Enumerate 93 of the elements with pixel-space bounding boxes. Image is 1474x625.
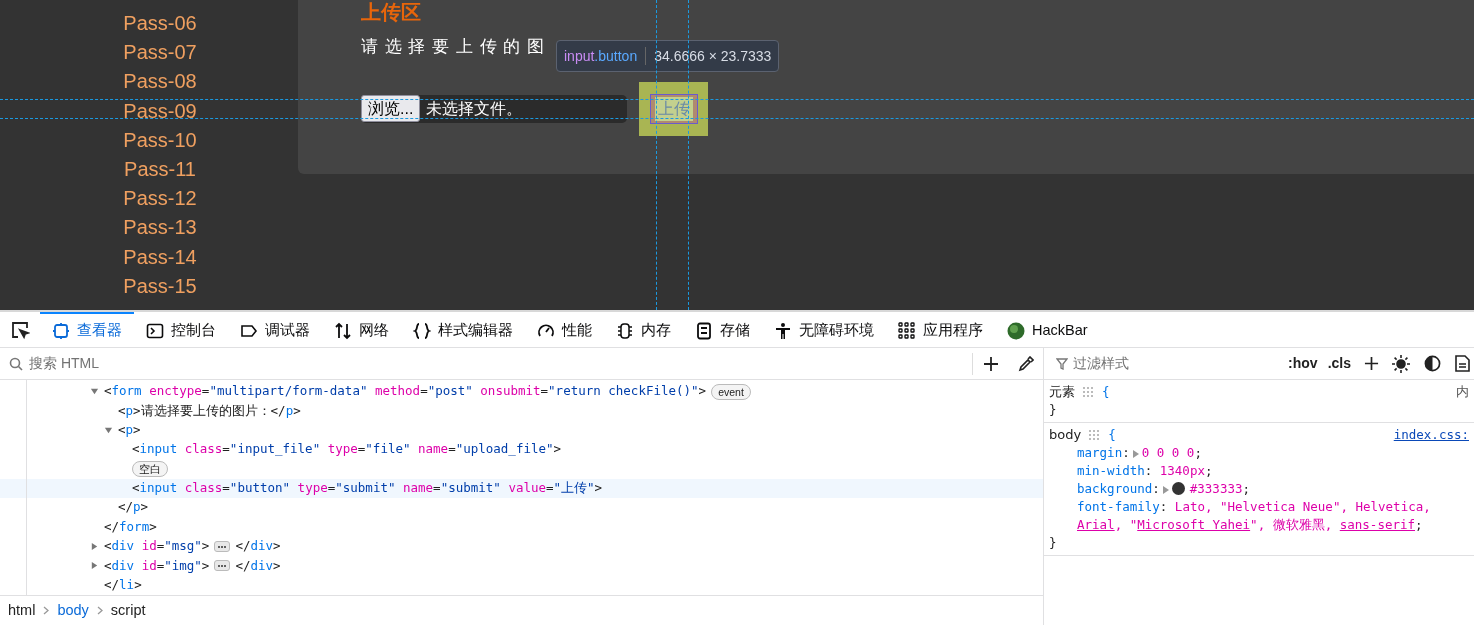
sidebar-link[interactable]: Pass-14 bbox=[123, 242, 197, 272]
document-icon bbox=[1455, 355, 1470, 372]
console-icon bbox=[146, 321, 164, 340]
devtools-tab[interactable]: 性能 bbox=[525, 312, 604, 347]
sidebar-link[interactable]: Pass-10 bbox=[123, 125, 197, 155]
sidebar-link[interactable]: Pass-13 bbox=[123, 213, 197, 243]
markup-line: </div> bbox=[235, 537, 281, 556]
brace: } bbox=[1049, 534, 1057, 552]
file-input[interactable]: 浏览... 未选择文件。 bbox=[361, 94, 627, 123]
sidebar-link[interactable]: Pass-07 bbox=[123, 38, 197, 68]
breadcrumb[interactable]: html bbox=[8, 599, 36, 622]
sidebar-link[interactable]: Pass-09 bbox=[123, 96, 197, 126]
markup-line[interactable]: <div id="img"> bbox=[104, 556, 210, 576]
pointer-icon bbox=[10, 319, 30, 340]
rule-source-link[interactable]: index.css: bbox=[1393, 426, 1469, 444]
dark-mode-button[interactable] bbox=[1424, 355, 1441, 372]
rule-selector: body bbox=[1049, 426, 1082, 444]
browse-button[interactable]: 浏览... bbox=[361, 95, 421, 122]
markup-line[interactable]: <form enctype="multipart/form-data" method="post" onsubmit="return checkFile()"> bbox=[104, 382, 707, 402]
inspector-icon bbox=[52, 321, 70, 340]
devtools-tab[interactable]: 内存 bbox=[604, 312, 683, 347]
chevron-icon bbox=[43, 606, 50, 615]
devtools-tab[interactable]: 无障碍环境 bbox=[762, 312, 886, 347]
markup-line[interactable]: </p> bbox=[118, 498, 149, 518]
upload-prompt: 请 选 择 要 上 传 的 图 bbox=[361, 36, 546, 58]
drag-handle-icon bbox=[1083, 386, 1094, 398]
hackbar-icon bbox=[1007, 321, 1025, 340]
markup-line[interactable]: <p>请选择要上传的图片：</p> bbox=[118, 401, 301, 421]
markup-line[interactable]: </li> bbox=[104, 575, 142, 595]
sun-icon bbox=[1392, 354, 1410, 373]
devtools-tab[interactable]: 查看器 bbox=[40, 312, 134, 347]
arrows-icon bbox=[334, 321, 352, 340]
search-field[interactable]: 搜索 HTML bbox=[29, 353, 963, 374]
light-mode-button[interactable] bbox=[1392, 354, 1410, 373]
brace: } bbox=[1049, 401, 1057, 419]
rule-selector: 元素 bbox=[1049, 383, 1075, 401]
sidebar-link[interactable]: Pass-11 bbox=[124, 155, 196, 185]
devtools-tab[interactable]: 存储 bbox=[683, 312, 762, 347]
breadcrumb[interactable]: body bbox=[57, 599, 89, 622]
style-declaration[interactable]: min-width: 1340px; bbox=[1077, 462, 1437, 480]
brace: { bbox=[1108, 426, 1116, 444]
rule-source-link[interactable]: 内 bbox=[1456, 383, 1469, 401]
filter-icon bbox=[1056, 357, 1068, 370]
node-badge[interactable]: event bbox=[711, 383, 751, 400]
expand-triangle-icon[interactable] bbox=[1131, 448, 1140, 459]
filter-styles-field[interactable]: 过滤样式 bbox=[1073, 353, 1223, 374]
style-declaration[interactable]: font-family: Lato, "Helvetica Neue", Helvetica, Arial, "Microsoft Yahei", 微软雅黑, sans-serif; bbox=[1077, 498, 1437, 534]
braces-icon bbox=[413, 321, 431, 340]
print-media-button[interactable] bbox=[1455, 355, 1470, 372]
contrast-icon bbox=[1424, 355, 1441, 372]
storage-icon bbox=[695, 321, 713, 340]
markup-line[interactable]: <p> bbox=[118, 421, 141, 440]
devtools-tab[interactable]: 样式编辑器 bbox=[401, 312, 525, 347]
expand-triangle-icon[interactable] bbox=[1161, 484, 1170, 495]
plus-icon bbox=[983, 355, 999, 372]
devtools-tab[interactable]: 调试器 bbox=[228, 312, 322, 347]
inspector-tooltip: input.button 34.6666 × 23.7333 bbox=[556, 40, 780, 72]
classes-button[interactable]: .cls bbox=[1324, 353, 1354, 374]
panel-title: 上传区 bbox=[361, 1, 421, 23]
node-badge[interactable]: 空白 bbox=[132, 461, 168, 478]
sidebar-link[interactable]: Pass-08 bbox=[123, 67, 197, 97]
expand-toggle-icon[interactable] bbox=[90, 561, 99, 571]
search-icon bbox=[9, 356, 23, 371]
devtools-tab[interactable]: HackBar bbox=[995, 312, 1100, 347]
style-declaration[interactable]: background: #333333; bbox=[1077, 480, 1437, 498]
expand-toggle-icon[interactable] bbox=[90, 387, 99, 397]
markup-line[interactable]: </form> bbox=[104, 517, 157, 537]
hover-states-button[interactable]: :hov bbox=[1285, 353, 1321, 374]
devtools-tab[interactable]: 控制台 bbox=[134, 312, 228, 347]
devtools-tab[interactable]: 应用程序 bbox=[886, 312, 995, 347]
chevron-icon bbox=[96, 606, 103, 615]
plus-icon bbox=[1364, 356, 1379, 371]
markup-line: </div> bbox=[235, 556, 281, 575]
expand-toggle-icon[interactable] bbox=[90, 542, 99, 552]
expand-toggle-icon[interactable] bbox=[104, 425, 113, 435]
sidebar-link[interactable]: Pass-15 bbox=[123, 271, 197, 302]
brace: { bbox=[1102, 383, 1110, 401]
markup-line[interactable]: <input class="input_file" type="file" name="upload_file"> bbox=[132, 440, 562, 460]
sidebar-link[interactable]: Pass-06 bbox=[123, 9, 197, 39]
file-status: 未选择文件。 bbox=[426, 98, 523, 119]
devtools-tab[interactable]: 网络 bbox=[322, 312, 401, 347]
collapsed-content-badge[interactable] bbox=[214, 560, 231, 572]
grid-icon bbox=[898, 321, 916, 340]
breadcrumb[interactable]: script bbox=[110, 599, 146, 622]
drag-handle-icon bbox=[1089, 429, 1101, 441]
add-rule-button[interactable] bbox=[1364, 356, 1379, 371]
style-declaration[interactable]: margin: 0 0 0 0; bbox=[1077, 444, 1437, 462]
eyedropper-icon bbox=[1018, 355, 1034, 372]
chip-icon bbox=[616, 321, 634, 340]
markup-line[interactable]: <div id="msg"> bbox=[104, 537, 210, 556]
person-icon bbox=[774, 321, 792, 340]
sidebar-link[interactable]: Pass-12 bbox=[123, 184, 197, 214]
collapsed-content-badge[interactable] bbox=[214, 541, 231, 553]
